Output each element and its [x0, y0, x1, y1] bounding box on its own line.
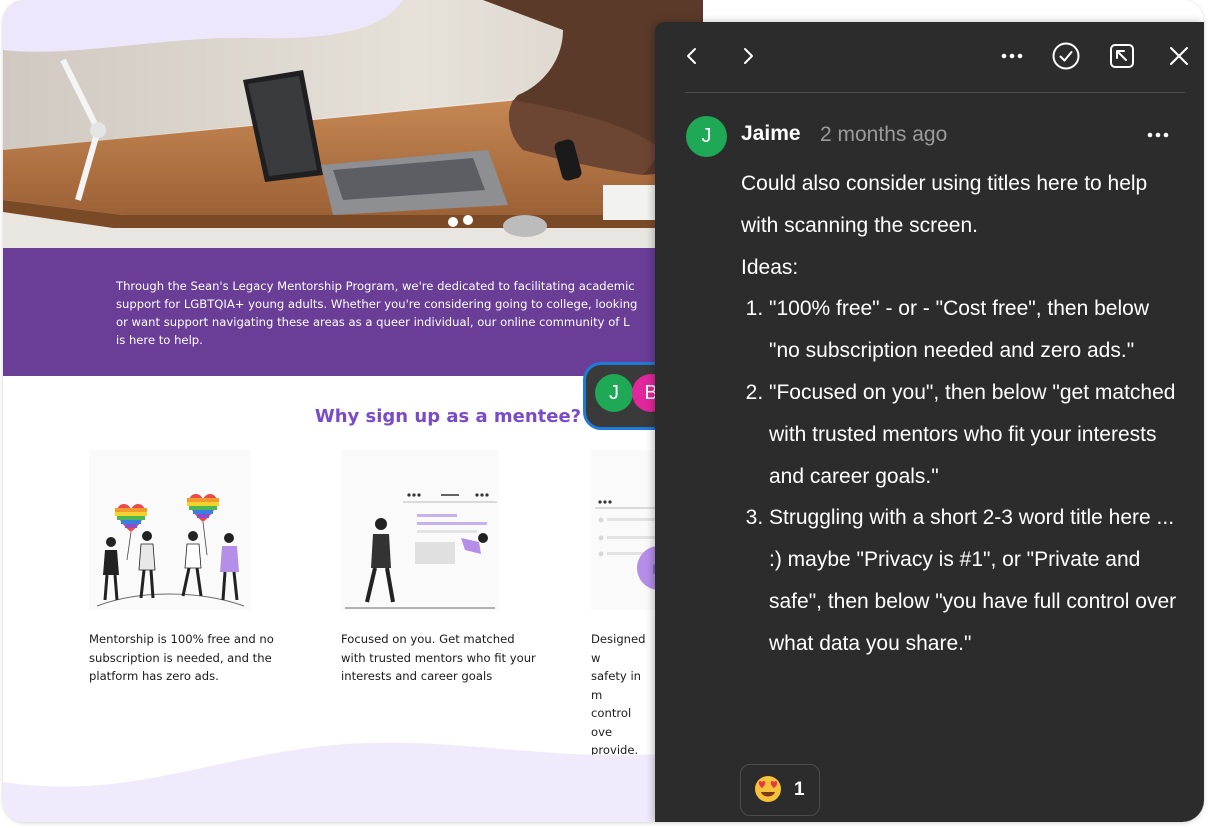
comment-body: Could also consider using titles here to… [741, 163, 1181, 665]
comment-timestamp: 2 months ago [820, 123, 948, 146]
feature-illustration-matched [341, 450, 499, 610]
chevron-left-icon[interactable] [677, 41, 707, 71]
resolve-check-icon[interactable] [1051, 41, 1081, 71]
feature-text-matched: Focused on you. Get matched with trusted… [341, 632, 536, 683]
section-title: Why sign up as a mentee? [314, 406, 582, 427]
design-canvas[interactable]: Through the Sean's Legacy Mentorship Pro… [3, 0, 1204, 822]
open-external-icon[interactable] [1107, 41, 1137, 71]
close-icon[interactable] [1164, 41, 1194, 71]
heart-eyes-emoji-icon [755, 776, 781, 802]
comment-panel: J Jaime 2 months ago Could also consider… [655, 22, 1204, 822]
author-avatar[interactable]: J [686, 116, 727, 157]
comment-ideas-label: Ideas: [741, 255, 799, 279]
intro-text: Through the Sean's Legacy Mentorship Pro… [116, 279, 638, 347]
reaction-button[interactable]: 1 [740, 764, 820, 816]
chevron-right-icon[interactable] [733, 41, 763, 71]
top-wave-shape [3, 0, 403, 52]
comment-author: Jaime [741, 122, 801, 145]
reaction-count: 1 [794, 779, 805, 800]
toolbar-divider [685, 92, 1185, 93]
feature-text-free: Mentorship is 100% free and no subscript… [89, 632, 274, 683]
app-frame: Through the Sean's Legacy Mentorship Pro… [3, 0, 1204, 822]
comment-idea-2: "Focused on you", then below "get matche… [769, 372, 1181, 497]
comment-idea-3: Struggling with a short 2-3 word title h… [769, 497, 1181, 664]
collaborator-avatar-j[interactable]: J [595, 374, 633, 412]
comment-idea-1: "100% free" - or - "Cost free", then bel… [769, 288, 1181, 372]
comment-ideas-list: "100% free" - or - "Cost free", then bel… [741, 288, 1181, 664]
bottom-wave-shape [3, 742, 703, 822]
comment-intro: Could also consider using titles here to… [741, 172, 1148, 237]
comment-more-icon[interactable] [1143, 120, 1173, 150]
feature-illustration-free [89, 450, 251, 610]
more-icon[interactable] [997, 41, 1027, 71]
